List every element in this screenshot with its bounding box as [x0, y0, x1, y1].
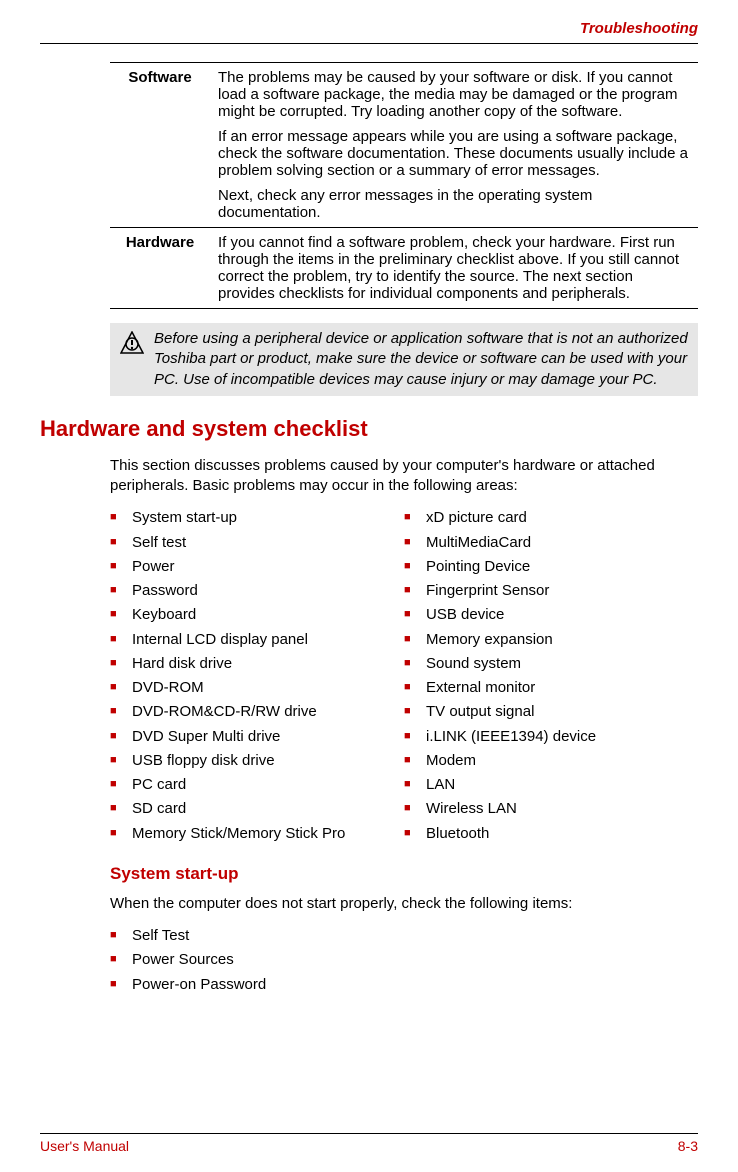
startup-heading: System start-up: [110, 864, 698, 884]
list-item: Self Test: [110, 926, 698, 946]
list-item: Pointing Device: [404, 557, 698, 577]
list-item: LAN: [404, 775, 698, 795]
list-item: DVD Super Multi drive: [110, 727, 404, 747]
footer-manual-title: User's Manual: [40, 1138, 129, 1154]
list-item: PC card: [110, 775, 404, 795]
software-para-1: The problems may be caused by your softw…: [218, 69, 690, 120]
checklist-columns: System start-up Self test Power Password…: [110, 508, 698, 848]
list-item: Fingerprint Sensor: [404, 581, 698, 601]
header-section-title: Troubleshooting: [40, 20, 698, 37]
list-item: Keyboard: [110, 605, 404, 625]
header-rule: [40, 43, 698, 44]
list-item: USB floppy disk drive: [110, 751, 404, 771]
list-item: Power-on Password: [110, 975, 698, 995]
list-item: xD picture card: [404, 508, 698, 528]
caution-text: Before using a peripheral device or appl…: [154, 329, 688, 390]
list-item: DVD-ROM: [110, 678, 404, 698]
list-item: Power Sources: [110, 950, 698, 970]
list-item: USB device: [404, 605, 698, 625]
list-item: SD card: [110, 799, 404, 819]
desc-software: The problems may be caused by your softw…: [210, 63, 698, 228]
list-item: Hard disk drive: [110, 654, 404, 674]
software-para-2: If an error message appears while you ar…: [218, 128, 690, 179]
caution-icon: [120, 331, 146, 359]
list-item: TV output signal: [404, 702, 698, 722]
list-item: MultiMediaCard: [404, 533, 698, 553]
list-item: Memory Stick/Memory Stick Pro: [110, 824, 404, 844]
list-item: Sound system: [404, 654, 698, 674]
list-item: i.LINK (IEEE1394) device: [404, 727, 698, 747]
footer-rule: [40, 1133, 698, 1134]
hardware-para-1: If you cannot find a software problem, c…: [218, 234, 690, 302]
list-item: Wireless LAN: [404, 799, 698, 819]
caution-box: Before using a peripheral device or appl…: [110, 323, 698, 396]
checklist-col2: xD picture card MultiMediaCard Pointing …: [404, 508, 698, 848]
page-footer: User's Manual 8-3: [40, 1133, 698, 1154]
list-item: Power: [110, 557, 404, 577]
list-item: DVD-ROM&CD-R/RW drive: [110, 702, 404, 722]
software-para-3: Next, check any error messages in the op…: [218, 187, 690, 221]
list-item: Self test: [110, 533, 404, 553]
list-item: Bluetooth: [404, 824, 698, 844]
startup-intro: When the computer does not start properl…: [110, 894, 698, 914]
checklist-intro: This section discusses problems caused b…: [110, 456, 698, 497]
list-item: Modem: [404, 751, 698, 771]
list-item: Internal LCD display panel: [110, 630, 404, 650]
troubleshooting-table: Software The problems may be caused by y…: [110, 62, 698, 309]
list-item: System start-up: [110, 508, 404, 528]
term-software: Software: [110, 63, 210, 228]
startup-list: Self Test Power Sources Power-on Passwor…: [110, 926, 698, 995]
checklist-heading: Hardware and system checklist: [40, 416, 698, 442]
checklist-col1: System start-up Self test Power Password…: [110, 508, 404, 848]
list-item: Memory expansion: [404, 630, 698, 650]
list-item: Password: [110, 581, 404, 601]
list-item: External monitor: [404, 678, 698, 698]
table-row: Software The problems may be caused by y…: [110, 63, 698, 228]
footer-page-number: 8-3: [678, 1138, 698, 1154]
desc-hardware: If you cannot find a software problem, c…: [210, 228, 698, 309]
table-row: Hardware If you cannot find a software p…: [110, 228, 698, 309]
term-hardware: Hardware: [110, 228, 210, 309]
